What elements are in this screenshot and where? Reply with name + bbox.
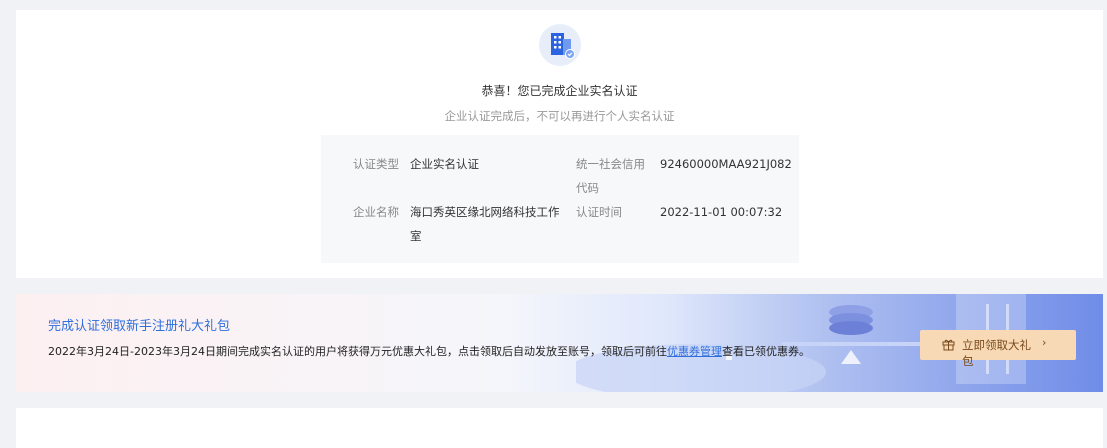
type-label: 认证类型 <box>353 157 399 171</box>
credit-code-label-line1: 统一社会信用 <box>576 157 645 171</box>
gift-icon <box>942 338 955 354</box>
time-label: 认证时间 <box>576 205 622 219</box>
verification-card: 恭喜！您已完成企业实名认证 企业认证完成后，不可以再进行个人实名认证 认证类型 … <box>16 10 1103 278</box>
credit-code-label-line2: 代码 <box>576 181 599 195</box>
type-value: 企业实名认证 <box>410 157 479 171</box>
time-value: 2022-11-01 00:07:32 <box>660 205 783 219</box>
claim-button-label: 立即领取大礼包 <box>962 338 1031 368</box>
credit-code-value: 92460000MAA921J082 <box>660 157 792 171</box>
promo-banner: 完成认证领取新手注册礼大礼包 2022年3月24日-2023年3月24日期间完成… <box>16 294 1103 392</box>
promo-description: 2022年3月24日-2023年3月24日期间完成实名认证的用户将获得万元优惠大… <box>48 343 810 359</box>
company-value-line2: 室 <box>410 229 422 243</box>
claim-gift-button[interactable]: 立即领取大礼包 › <box>920 330 1076 368</box>
next-section-card <box>16 408 1103 448</box>
coupon-management-link[interactable]: 优惠券管理 <box>667 345 722 358</box>
company-value-line1: 海口秀英区缘北网络科技工作 <box>410 205 560 219</box>
page-title: 恭喜！您已完成企业实名认证 <box>481 84 638 98</box>
promo-desc-text: 2022年3月24日-2023年3月24日期间完成实名认证的用户将获得万元优惠大… <box>48 345 667 358</box>
page-subtitle: 企业认证完成后，不可以再进行个人实名认证 <box>444 109 675 123</box>
company-label: 企业名称 <box>353 205 399 219</box>
chevron-right-icon: › <box>1042 336 1047 349</box>
verification-info-box: 认证类型 企业实名认证 统一社会信用 代码 92460000MAA921J082… <box>321 135 799 263</box>
promo-desc-suffix: 查看已领优惠券。 <box>721 345 810 358</box>
promo-title: 完成认证领取新手注册礼大礼包 <box>48 319 231 334</box>
enterprise-building-icon <box>539 24 581 66</box>
